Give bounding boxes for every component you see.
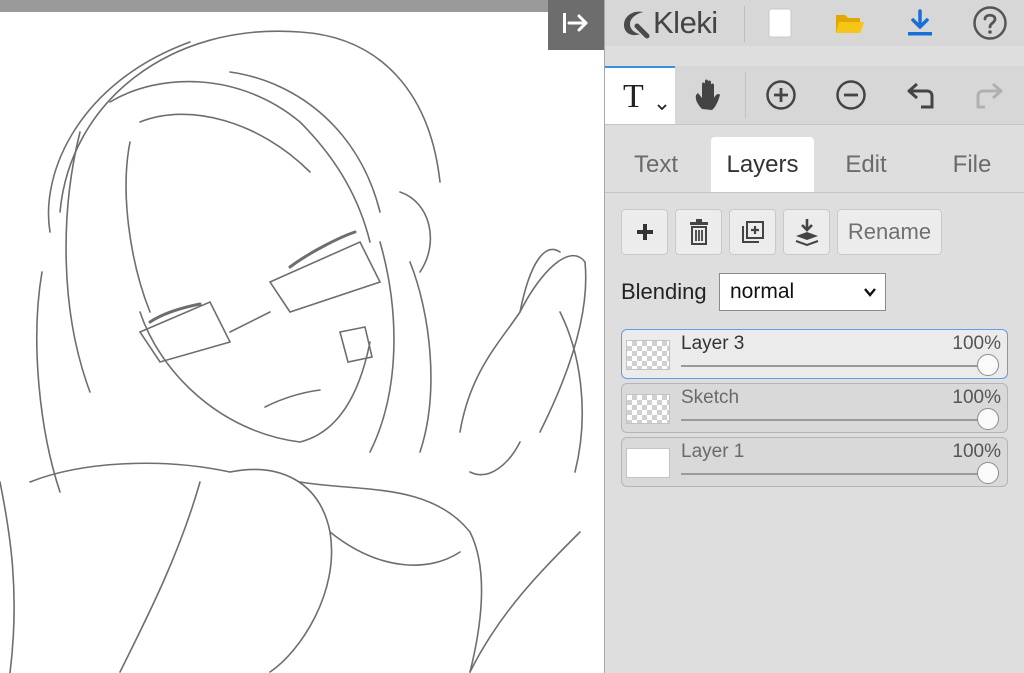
new-image-button[interactable] — [755, 0, 805, 46]
hand-tool-icon — [695, 79, 720, 110]
separator — [745, 72, 746, 118]
zoom-in-button[interactable] — [757, 66, 805, 124]
layer-name: Layer 1 — [681, 441, 745, 462]
zoom-in-icon — [766, 80, 796, 110]
layer-thumbnail — [626, 340, 670, 370]
tab-layers[interactable]: Layers — [711, 137, 814, 193]
chevron-down-icon — [864, 288, 876, 297]
save-download-button[interactable] — [895, 0, 945, 46]
zoom-out-icon — [836, 80, 866, 110]
app-name: Kleki — [653, 5, 718, 40]
canvas-area[interactable] — [0, 0, 604, 673]
tab-edit[interactable]: Edit — [831, 137, 901, 193]
duplicate-icon — [741, 221, 764, 243]
chevron-down-icon[interactable] — [656, 102, 668, 112]
tab-file[interactable]: File — [937, 137, 1007, 193]
opacity-slider-handle[interactable] — [977, 462, 999, 484]
side-panel: Kleki T Text Layers Edit File Rename Ble… — [605, 0, 1024, 673]
add-layer-button[interactable] — [621, 209, 668, 255]
tab-text[interactable]: Text — [621, 137, 691, 193]
help-button[interactable] — [965, 0, 1015, 46]
opacity-slider-handle[interactable] — [977, 408, 999, 430]
layer-thumbnail — [626, 448, 670, 478]
layer-opacity: 100% — [952, 387, 1001, 408]
open-folder-icon — [836, 15, 864, 33]
plus-icon — [636, 224, 653, 240]
redo-icon — [976, 82, 1003, 109]
opacity-slider-track[interactable] — [681, 473, 986, 475]
tabs-divider — [605, 192, 1024, 193]
opacity-slider-track[interactable] — [681, 365, 986, 367]
tool-bar: T — [605, 66, 1024, 125]
drawing-canvas[interactable] — [0, 12, 604, 673]
kleki-logo-icon — [624, 11, 650, 39]
kleki-logo[interactable]: Kleki — [619, 0, 718, 46]
separator — [744, 6, 745, 42]
blending-label: Blending — [621, 279, 707, 304]
layer-name: Sketch — [681, 387, 740, 408]
redo-button[interactable] — [965, 66, 1013, 124]
sketch-drawing — [0, 30, 587, 673]
layer-item[interactable]: Sketch 100% — [621, 383, 1008, 433]
blending-select[interactable]: normal — [719, 273, 886, 311]
rename-layer-button[interactable]: Rename — [837, 209, 942, 255]
merge-layer-down-button[interactable] — [783, 209, 830, 255]
opacity-slider-handle[interactable] — [977, 354, 999, 376]
layer-item[interactable]: Layer 3 100% — [621, 329, 1008, 379]
top-bar: Kleki — [605, 0, 1024, 46]
layer-opacity: 100% — [952, 333, 1001, 354]
zoom-out-button[interactable] — [827, 66, 875, 124]
merge-down-icon — [795, 219, 818, 246]
trash-icon — [689, 219, 708, 245]
panel-tabs: Text Layers Edit File — [605, 137, 1024, 193]
text-tool-button[interactable]: T — [605, 66, 675, 124]
layer-opacity: 100% — [952, 441, 1001, 462]
delete-layer-button[interactable] — [675, 209, 722, 255]
opacity-slider-track[interactable] — [681, 419, 986, 421]
help-icon — [973, 6, 1007, 40]
layer-name: Layer 3 — [681, 333, 745, 354]
layer-thumbnail — [626, 394, 670, 424]
collapse-panel-button[interactable] — [548, 0, 604, 50]
download-icon — [908, 9, 932, 36]
arrow-right-bar-icon — [560, 11, 592, 40]
duplicate-layer-button[interactable] — [729, 209, 776, 255]
open-image-button[interactable] — [825, 0, 875, 46]
text-tool-icon: T — [623, 78, 644, 115]
blending-value: normal — [730, 280, 795, 303]
rename-label: Rename — [847, 219, 932, 244]
undo-icon — [907, 82, 934, 109]
layer-item[interactable]: Layer 1 100% — [621, 437, 1008, 487]
hand-tool-button[interactable] — [685, 66, 733, 124]
new-image-icon — [768, 8, 792, 38]
undo-button[interactable] — [897, 66, 945, 124]
